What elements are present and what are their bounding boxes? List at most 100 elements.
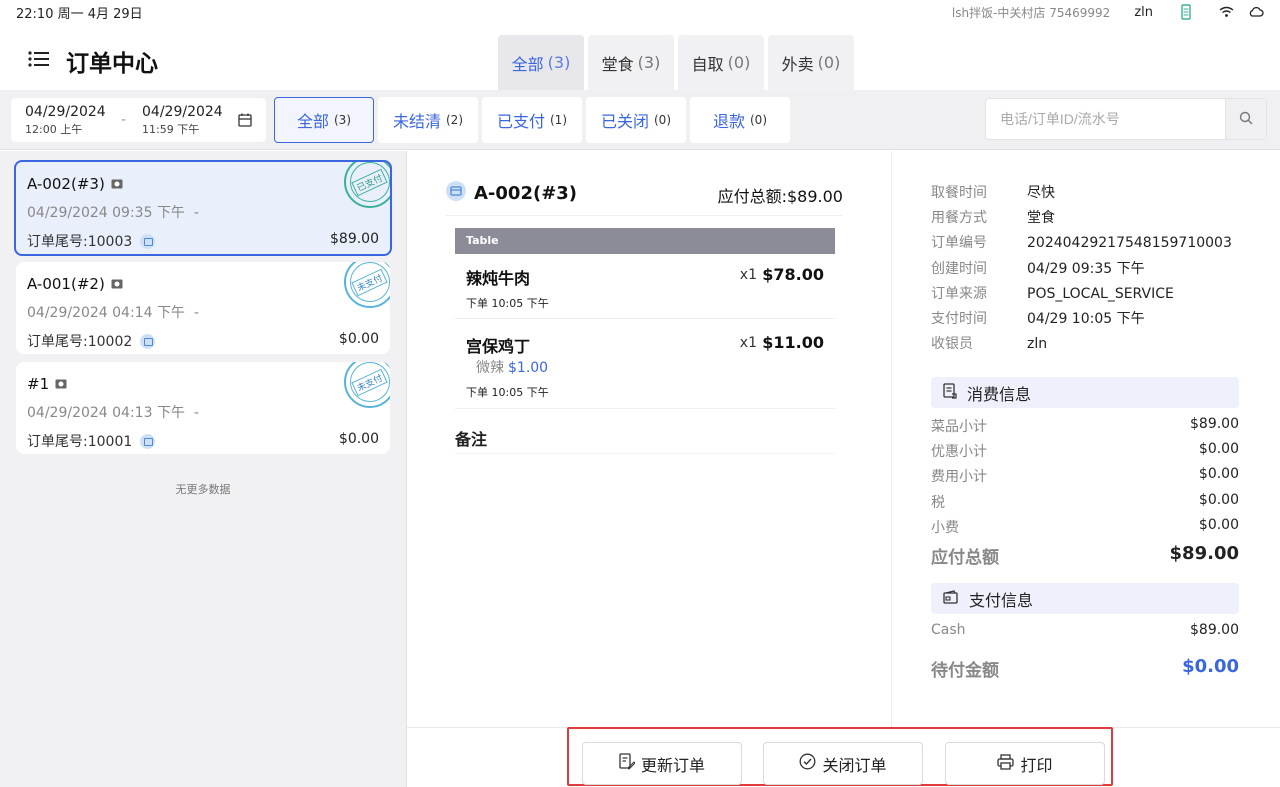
order-tail-value: 订单尾号:10002 [27, 334, 133, 350]
order-card[interactable]: A-001(#2) 04/29/2024 04:14 下午 - 订单尾号:100… [16, 262, 390, 354]
section-title: 消费信息 [967, 384, 1032, 404]
order-amount: $89.00 [330, 231, 379, 247]
order-dash: - [193, 305, 199, 321]
end-date: 04/29/2024 11:59 下午 [142, 104, 223, 137]
info-label: 取餐时间 [931, 185, 987, 201]
info-label: 创建时间 [931, 261, 987, 277]
status-tab-unsettled[interactable]: 未结清 (2) [378, 97, 478, 143]
order-type-tabs: 全部 (3) 堂食 (3) 自取 (0) 外卖 (0) [498, 35, 854, 90]
fee-label: 费用小计 [931, 469, 987, 485]
tab-label: 堂食 [601, 54, 634, 74]
info-value: 20240429217548159710003 [1027, 235, 1232, 251]
info-label: 用餐方式 [931, 210, 987, 226]
start-date: 04/29/2024 12:00 上午 [25, 104, 106, 137]
update-order-button[interactable]: 更新订单 [582, 742, 742, 785]
stamp-ring: 未支付 [350, 362, 390, 402]
status-tab-all[interactable]: 全部 (3) [274, 97, 374, 143]
status-user: zln [1134, 4, 1153, 20]
item-qty: x1 [739, 335, 757, 351]
payment-amount: $89.00 [1190, 622, 1239, 638]
tab-dine-in[interactable]: 堂食 (3) [588, 35, 674, 90]
fee-value: $89.00 [1190, 416, 1239, 432]
info-value: 04/29 09:35 下午 [1027, 261, 1145, 277]
fee-value: $0.00 [1198, 517, 1239, 533]
button-label: 更新订单 [640, 755, 705, 775]
item-qty: x1 [739, 267, 757, 283]
divider [446, 215, 842, 216]
tab-delivery[interactable]: 外卖 (0) [768, 35, 854, 90]
detail-order-number: A-002(#3) [474, 183, 578, 204]
tab-label: 外卖 [781, 54, 814, 74]
order-item[interactable]: 宫保鸡丁 x1 $11.00 微辣 $1.00 下单 10:05 下午 [455, 319, 835, 409]
item-name: 辣炖牛肉 [466, 269, 531, 288]
stamp-text: 已支付 [351, 168, 389, 196]
order-item[interactable]: 辣炖牛肉 x1 $78.00 下单 10:05 下午 [455, 254, 835, 319]
tab-all[interactable]: 全部 (3) [498, 35, 584, 90]
fee-label: 税 [931, 495, 945, 511]
print-button[interactable]: 打印 [945, 742, 1105, 785]
check-circle-icon [799, 753, 816, 774]
stamp-text: 未支付 [351, 268, 389, 296]
info-row: 订单编号 20240429217548159710003 [931, 232, 1232, 252]
store-icon [140, 233, 156, 249]
tab-count: (1) [550, 113, 567, 127]
date-separator: - [121, 112, 127, 128]
close-order-button[interactable]: 关闭订单 [763, 742, 923, 785]
order-title: A-002(#3) [27, 175, 123, 193]
tab-count: (2) [446, 113, 463, 127]
status-tab-closed[interactable]: 已关闭 (0) [586, 97, 686, 143]
stamp-ring: 未支付 [350, 262, 390, 302]
paid-stamp: 已支付 [344, 162, 390, 208]
info-label: 支付时间 [931, 311, 987, 327]
tab-label: 全部 [511, 54, 544, 74]
order-dash: - [193, 405, 199, 421]
tab-pickup[interactable]: 自取 (0) [678, 35, 764, 90]
store-icon [446, 181, 466, 206]
fee-row: 优惠小计 $0.00 [931, 441, 1239, 461]
info-value: 尽快 [1027, 185, 1055, 201]
end-date-value: 04/29/2024 [142, 104, 223, 120]
item-name: 宫保鸡丁 [466, 337, 531, 356]
info-row: 取餐时间 尽快 [931, 182, 1055, 202]
info-row: 支付时间 04/29 10:05 下午 [931, 308, 1145, 328]
info-label: 订单来源 [931, 286, 987, 302]
consumption-header: 消费信息 [931, 377, 1239, 408]
order-list: A-002(#3) 04/29/2024 09:35 下午 - 订单尾号:100… [0, 151, 406, 787]
dine-in-icon [111, 175, 123, 193]
receipt-icon [943, 382, 957, 403]
dine-in-icon [111, 275, 123, 293]
fee-row: 费用小计 $0.00 [931, 466, 1239, 486]
item-price: $11.00 [762, 333, 824, 352]
info-row: 订单来源 POS_LOCAL_SERVICE [931, 283, 1174, 303]
order-time-value: 04/29/2024 09:35 下午 [27, 205, 185, 221]
search-input[interactable] [986, 99, 1226, 139]
item-time: 下单 10:05 下午 [466, 386, 549, 399]
tab-label: 全部 [296, 112, 329, 131]
store-name: lsh拌饭-中关村店 75469992 [951, 5, 1111, 20]
date-range-picker[interactable]: 04/29/2024 12:00 上午 - 04/29/2024 11:59 下… [11, 98, 266, 142]
fee-row: 税 $0.00 [931, 492, 1239, 512]
calendar-icon[interactable] [238, 112, 252, 131]
tab-count: (0) [750, 113, 767, 127]
wifi-icon [1219, 6, 1234, 18]
info-row: 收银员 zln [931, 333, 1047, 353]
order-time: 04/29/2024 04:14 下午 - [27, 302, 199, 322]
tab-count: (0) [727, 53, 751, 72]
order-amount: $0.00 [338, 331, 379, 347]
order-card[interactable]: A-002(#3) 04/29/2024 09:35 下午 - 订单尾号:100… [14, 160, 392, 256]
remark-section: 备注 [455, 426, 835, 454]
order-time: 04/29/2024 04:13 下午 - [27, 402, 199, 422]
status-tab-refund[interactable]: 退款 (0) [690, 97, 790, 143]
order-tail: 订单尾号:10001 [27, 431, 156, 451]
due-label: 待付金额 [931, 661, 999, 681]
unpaid-stamp: 未支付 [344, 262, 390, 308]
order-card[interactable]: #1 04/29/2024 04:13 下午 - 订单尾号:10001 $0.0… [16, 362, 390, 454]
status-tab-paid[interactable]: 已支付 (1) [482, 97, 582, 143]
total-label: 应付总额 [931, 548, 999, 568]
tab-count: (0) [654, 113, 671, 127]
search-button[interactable] [1225, 99, 1266, 139]
order-dash: - [193, 205, 199, 221]
menu-icon[interactable] [28, 50, 50, 68]
order-title: A-001(#2) [27, 275, 123, 293]
item-price: $78.00 [762, 265, 824, 284]
